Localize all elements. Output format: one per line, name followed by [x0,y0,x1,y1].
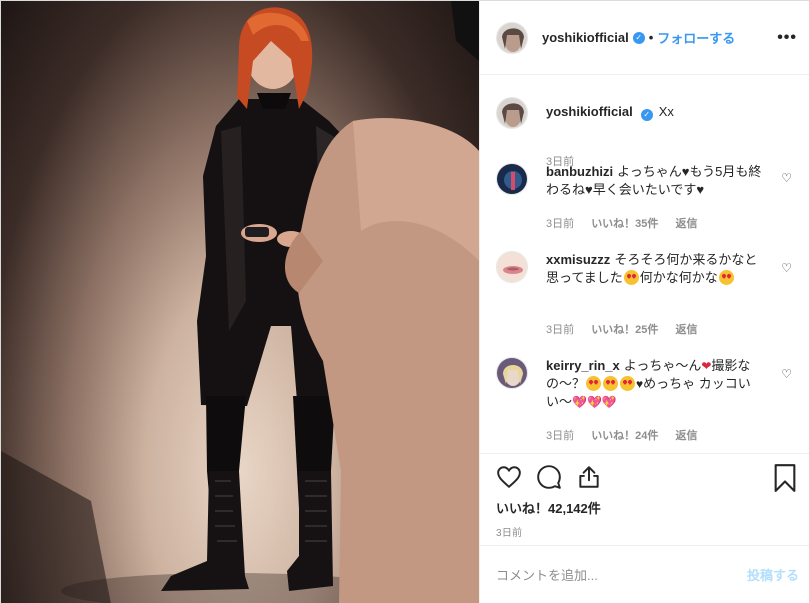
reply-button[interactable]: 返信 [676,218,698,230]
header-separator: • [648,30,654,45]
share-icon[interactable] [576,464,602,490]
comment-likes[interactable]: いいね！24件 [591,430,658,442]
verified-badge-icon: ✓ [632,31,645,44]
post-modal: yoshikiofficial ✓ • フォローする ••• yoshikiof… [0,0,809,603]
post-comment-button[interactable]: 投稿する [747,565,799,584]
comment-text-continued: 何かな何かな [639,270,718,285]
caption-text: Xx [658,104,674,119]
caption: yoshikiofficial ✓ Xx 3日前 [496,97,796,168]
small-heart-icon[interactable]: ♡ [781,171,792,185]
reply-button[interactable]: 返信 [676,430,698,442]
comment-avatar[interactable] [496,163,528,195]
heart-outline-icon[interactable] [496,464,522,490]
comment-body: banbuzhizi よっちゃん♥もう5月も終わるね♥早く会いたいです♥ [546,163,766,199]
photo-illustration [1,1,479,603]
sparkling-heart-icon: 💖 [572,395,587,409]
author-avatar[interactable] [496,21,528,54]
comment-avatar[interactable] [496,357,528,389]
more-options-icon[interactable]: ••• [777,29,797,47]
comment-username[interactable]: keirry_rin_x [546,358,620,373]
comment-item: xxmisuzzz そろそろ何か来るかなと思ってました 何かな何かな ♡ 3日前 い… [496,251,796,351]
comment-body: keirry_rin_x よっちゃ〜ん❤撮影なの〜？ ♥めっちゃ カッコいい〜💖💖💖 [546,357,766,411]
small-heart-icon[interactable]: ♡ [781,367,792,381]
speech-bubble-icon[interactable] [536,464,562,490]
comment-likes[interactable]: いいね！35件 [591,218,658,230]
comment-time[interactable]: 3日前 [546,218,574,230]
heart-eyes-emoji-icon [718,270,734,285]
comment-likes[interactable]: いいね！25件 [591,324,658,336]
comment-username[interactable]: banbuzhizi [546,164,613,179]
likes-count[interactable]: いいね！42,142件 [496,498,601,517]
small-heart-icon[interactable]: ♡ [781,261,792,275]
heart-eyes-emoji-icon [620,376,636,391]
comment-meta: 3日前 いいね！35件 返信 [546,215,712,231]
comment-time[interactable]: 3日前 [546,324,574,336]
post-timestamp[interactable]: 3日前 [496,524,522,539]
author-username[interactable]: yoshikiofficial [542,30,629,45]
bookmark-icon[interactable] [773,464,797,492]
comments-list[interactable]: yoshikiofficial ✓ Xx 3日前 banbuzhizi よっちゃん♥も… [480,75,809,453]
comment-item: keirry_rin_x よっちゃ〜ん❤撮影なの〜？ ♥めっちゃ カッコいい〜💖💖💖… [496,357,796,453]
heart-eyes-emoji-icon [603,376,619,391]
post-actions: いいね！42,142件 3日前 [480,453,809,545]
heart-eyes-emoji-icon [586,376,602,391]
comment-input[interactable]: コメントを追加... [496,565,726,584]
comment-username[interactable]: xxmisuzzz [546,252,610,267]
action-buttons [496,464,602,492]
heart-eyes-emoji-icon [623,270,639,285]
comment-body: xxmisuzzz そろそろ何か来るかなと思ってました 何かな何かな [546,251,766,287]
post-details-panel: yoshikiofficial ✓ • フォローする ••• yoshikiof… [479,1,809,603]
sparkling-heart-icon: 💖 [586,395,602,409]
post-photo[interactable] [1,1,479,603]
follow-button[interactable]: フォローする [657,28,735,47]
comment-text: よっちゃ〜ん [623,358,702,373]
caption-username[interactable]: yoshikiofficial [546,104,633,119]
post-header: yoshikiofficial ✓ • フォローする ••• [480,1,809,75]
caption-body: yoshikiofficial ✓ Xx [546,103,766,121]
comment-time[interactable]: 3日前 [546,430,574,442]
add-comment-section: コメントを追加... 投稿する [480,545,809,603]
red-heart-icon: ❤ [701,359,712,373]
caption-verified-icon: ✓ [640,109,653,121]
sparkling-heart-icon: 💖 [601,395,617,409]
comment-avatar[interactable] [496,251,528,283]
comment-meta: 3日前 いいね！25件 返信 [546,321,712,337]
reply-button[interactable]: 返信 [676,324,698,336]
caption-avatar[interactable] [496,97,528,129]
comment-item: banbuzhizi よっちゃん♥もう5月も終わるね♥早く会いたいです♥ ♡ 3日… [496,163,796,243]
comment-meta: 3日前 いいね！24件 返信 [546,427,712,443]
